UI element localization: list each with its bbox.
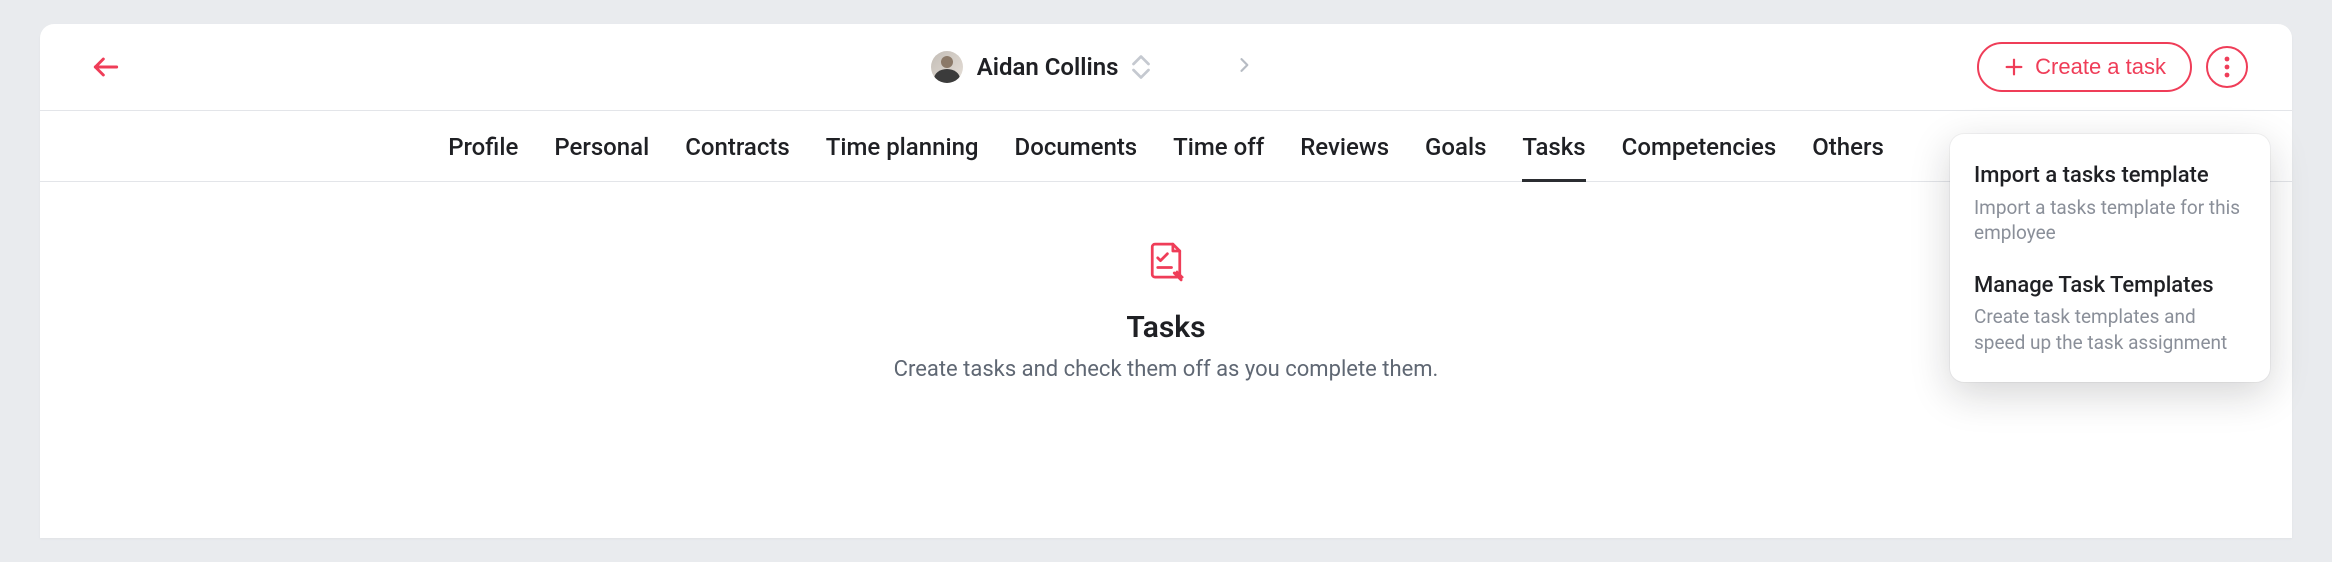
tab-personal[interactable]: Personal	[554, 111, 649, 181]
next-user-button[interactable]	[1234, 55, 1254, 79]
tab-tasks[interactable]: Tasks	[1522, 111, 1585, 181]
empty-state-title: Tasks	[1126, 310, 1205, 345]
popover-item-1[interactable]: Manage Task Templates Create task templat…	[1974, 266, 2246, 376]
user-switcher[interactable]: Aidan Collins	[931, 51, 1255, 83]
panel-header: Aidan Collins Create a task	[40, 24, 2292, 110]
more-options-popover: Import a tasks template Import a tasks te…	[1950, 134, 2270, 382]
more-options-button[interactable]	[2206, 46, 2248, 88]
tab-others[interactable]: Others	[1812, 111, 1884, 181]
more-vertical-icon	[2224, 56, 2230, 78]
popover-item-desc: Import a tasks template for this employe…	[1974, 195, 2246, 246]
header-actions: Create a task	[1977, 42, 2248, 92]
avatar	[931, 51, 963, 83]
user-switch-arrows[interactable]	[1132, 55, 1150, 79]
tab-contracts[interactable]: Contracts	[685, 111, 790, 181]
plus-icon	[2003, 56, 2025, 78]
tasks-checklist-icon	[1144, 240, 1188, 288]
arrow-left-icon	[90, 51, 122, 83]
chevron-right-icon	[1234, 55, 1254, 75]
tab-documents[interactable]: Documents	[1015, 111, 1138, 181]
tab-profile[interactable]: Profile	[448, 111, 518, 181]
tab-time-planning[interactable]: Time planning	[826, 111, 979, 181]
tab-reviews[interactable]: Reviews	[1300, 111, 1389, 181]
empty-state-subtitle: Create tasks and check them off as you c…	[894, 355, 1439, 386]
tab-goals[interactable]: Goals	[1425, 111, 1486, 181]
tab-competencies[interactable]: Competencies	[1622, 111, 1777, 181]
create-task-label: Create a task	[2035, 54, 2166, 80]
chevron-up-icon	[1132, 55, 1150, 67]
back-button[interactable]	[84, 45, 128, 89]
chevron-down-icon	[1132, 67, 1150, 79]
popover-item-title: Manage Task Templates	[1974, 272, 2246, 301]
employee-panel: Aidan Collins Create a task	[40, 24, 2292, 538]
popover-item-0[interactable]: Import a tasks template Import a tasks te…	[1974, 156, 2246, 266]
create-task-button[interactable]: Create a task	[1977, 42, 2192, 92]
popover-item-title: Import a tasks template	[1974, 162, 2246, 191]
popover-item-desc: Create task templates and speed up the t…	[1974, 304, 2246, 355]
user-name: Aidan Collins	[977, 53, 1119, 81]
tab-time-off[interactable]: Time off	[1173, 111, 1264, 181]
